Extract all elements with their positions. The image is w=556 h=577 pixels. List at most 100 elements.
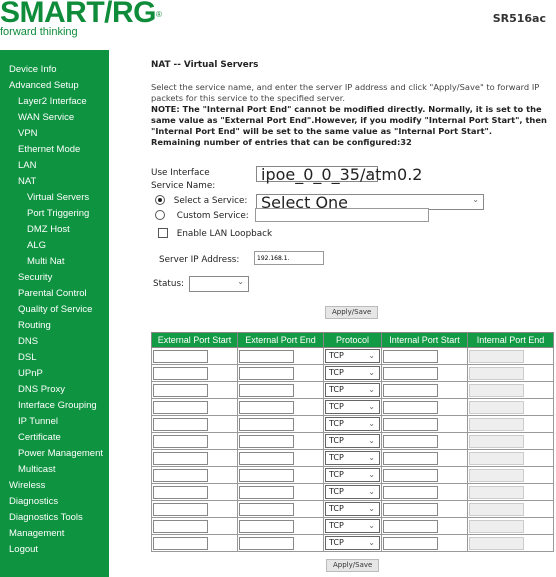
external-port-start-input[interactable] — [153, 451, 208, 465]
sidebar-item-ip-tunnel[interactable]: IP Tunnel — [0, 414, 109, 430]
protocol-value: TCP — [329, 521, 344, 530]
external-port-end-input[interactable] — [239, 519, 294, 533]
protocol-select[interactable]: TCP ⌄ — [325, 417, 380, 431]
custom-service-input[interactable] — [255, 208, 429, 222]
sidebar-item-logout[interactable]: Logout — [0, 542, 109, 558]
apply-save-button-bottom[interactable]: Apply/Save — [326, 559, 380, 572]
protocol-select[interactable]: TCP ⌄ — [325, 400, 380, 414]
internal-port-end-input — [469, 400, 524, 414]
internal-port-start-input[interactable] — [383, 366, 438, 380]
note-text: NOTE: The "Internal Port End" cannot be … — [151, 104, 547, 136]
protocol-select[interactable]: TCP ⌄ — [325, 366, 380, 380]
protocol-select[interactable]: TCP ⌄ — [325, 468, 380, 482]
internal-port-start-input[interactable] — [383, 468, 438, 482]
external-port-end-input[interactable] — [239, 536, 294, 550]
external-port-start-input[interactable] — [153, 434, 208, 448]
internal-port-start-input[interactable] — [383, 417, 438, 431]
external-port-end-input[interactable] — [239, 417, 294, 431]
sidebar-item-lan[interactable]: LAN — [0, 158, 109, 174]
external-port-end-input[interactable] — [239, 451, 294, 465]
external-port-end-input[interactable] — [239, 434, 294, 448]
protocol-select[interactable]: TCP ⌄ — [325, 502, 380, 516]
sidebar-item-dmz-host[interactable]: DMZ Host — [0, 222, 109, 238]
internal-port-start-input[interactable] — [383, 349, 438, 363]
external-port-start-input[interactable] — [153, 383, 208, 397]
use-interface-select[interactable]: ipoe_0_0_35/atm0.2 ⌄ — [256, 165, 422, 184]
table-row: TCP ⌄ — [151, 432, 554, 450]
sidebar-item-multicast[interactable]: Multicast — [0, 462, 109, 478]
internal-port-start-input[interactable] — [383, 485, 438, 499]
external-port-end-input[interactable] — [239, 502, 294, 516]
protocol-select[interactable]: TCP ⌄ — [325, 536, 380, 550]
external-port-end-input[interactable] — [239, 366, 294, 380]
internal-port-start-input[interactable] — [383, 434, 438, 448]
sidebar-item-layer2-interface[interactable]: Layer2 Interface — [0, 94, 109, 110]
external-port-start-input[interactable] — [153, 349, 208, 363]
sidebar-item-wireless[interactable]: Wireless — [0, 478, 109, 494]
external-port-end-input[interactable] — [239, 485, 294, 499]
sidebar-item-advanced-setup[interactable]: Advanced Setup — [0, 78, 109, 94]
sidebar-item-upnp[interactable]: UPnP — [0, 366, 109, 382]
external-port-start-input[interactable] — [153, 485, 208, 499]
table-row: TCP ⌄ — [151, 534, 554, 552]
protocol-select[interactable]: TCP ⌄ — [325, 519, 380, 533]
status-select[interactable]: ⌄ — [189, 276, 249, 292]
sidebar-item-interface-grouping[interactable]: Interface Grouping — [0, 398, 109, 414]
sidebar-item-management[interactable]: Management — [0, 526, 109, 542]
external-port-start-input[interactable] — [153, 366, 208, 380]
protocol-select[interactable]: TCP ⌄ — [325, 349, 380, 363]
sidebar-item-device-info[interactable]: Device Info — [0, 62, 109, 78]
sidebar-item-nat[interactable]: NAT — [0, 174, 109, 190]
external-port-end-input[interactable] — [239, 349, 294, 363]
sidebar-item-virtual-servers[interactable]: Virtual Servers — [0, 190, 109, 206]
sidebar-item-vpn[interactable]: VPN — [0, 126, 109, 142]
sidebar-item-dsl[interactable]: DSL — [0, 350, 109, 366]
sidebar-item-diagnostics-tools[interactable]: Diagnostics Tools — [0, 510, 109, 526]
sidebar-item-wan-service[interactable]: WAN Service — [0, 110, 109, 126]
sidebar-item-dns[interactable]: DNS — [0, 334, 109, 350]
sidebar-item-alg[interactable]: ALG — [0, 238, 109, 254]
internal-port-start-input[interactable] — [383, 383, 438, 397]
external-port-start-input[interactable] — [153, 400, 208, 414]
sidebar-item-security[interactable]: Security — [0, 270, 109, 286]
sidebar-item-dns-proxy[interactable]: DNS Proxy — [0, 382, 109, 398]
sidebar-item-certificate[interactable]: Certificate — [0, 430, 109, 446]
custom-service-radio[interactable] — [155, 210, 165, 220]
apply-save-button-top[interactable]: Apply/Save — [325, 306, 379, 319]
sidebar-item-diagnostics[interactable]: Diagnostics — [0, 494, 109, 510]
internal-port-start-input[interactable] — [383, 502, 438, 516]
internal-port-start-input[interactable] — [383, 451, 438, 465]
sidebar-item-multi-nat[interactable]: Multi Nat — [0, 254, 109, 270]
protocol-select[interactable]: TCP ⌄ — [325, 485, 380, 499]
external-port-end-input[interactable] — [239, 400, 294, 414]
external-port-end-input[interactable] — [239, 383, 294, 397]
external-port-start-input[interactable] — [153, 519, 208, 533]
internal-port-start-input[interactable] — [383, 519, 438, 533]
protocol-select[interactable]: TCP ⌄ — [325, 383, 380, 397]
external-port-start-input[interactable] — [153, 502, 208, 516]
protocol-select[interactable]: TCP ⌄ — [325, 434, 380, 448]
sidebar-item-power-management[interactable]: Power Management — [0, 446, 109, 462]
internal-port-start-input[interactable] — [383, 400, 438, 414]
sidebar-item-ethernet-mode[interactable]: Ethernet Mode — [0, 142, 109, 158]
external-port-start-input[interactable] — [153, 417, 208, 431]
chevron-down-icon: ⌄ — [472, 195, 479, 204]
chevron-down-icon: ⌄ — [368, 368, 375, 377]
external-port-end-input-cell — [237, 534, 324, 552]
internal-port-start-input[interactable] — [383, 536, 438, 550]
external-port-start-input[interactable] — [153, 536, 208, 550]
sidebar-item-quality-of-service[interactable]: Quality of Service — [0, 302, 109, 318]
chevron-down-icon: ⌄ — [368, 351, 375, 360]
select-service-radio[interactable] — [155, 195, 165, 205]
lan-loopback-checkbox[interactable] — [158, 228, 168, 238]
sidebar-item-port-triggering[interactable]: Port Triggering — [0, 206, 109, 222]
sidebar-item-parental-control[interactable]: Parental Control — [0, 286, 109, 302]
server-ip-input[interactable] — [254, 251, 324, 265]
sidebar-item-routing[interactable]: Routing — [0, 318, 109, 334]
external-port-start-input[interactable] — [153, 468, 208, 482]
virtual-servers-table: External Port Start External Port End Pr… — [151, 332, 554, 552]
table-row: TCP ⌄ — [151, 381, 554, 399]
header-external-port-start: External Port Start — [151, 332, 238, 348]
protocol-select[interactable]: TCP ⌄ — [325, 451, 380, 465]
external-port-end-input[interactable] — [239, 468, 294, 482]
